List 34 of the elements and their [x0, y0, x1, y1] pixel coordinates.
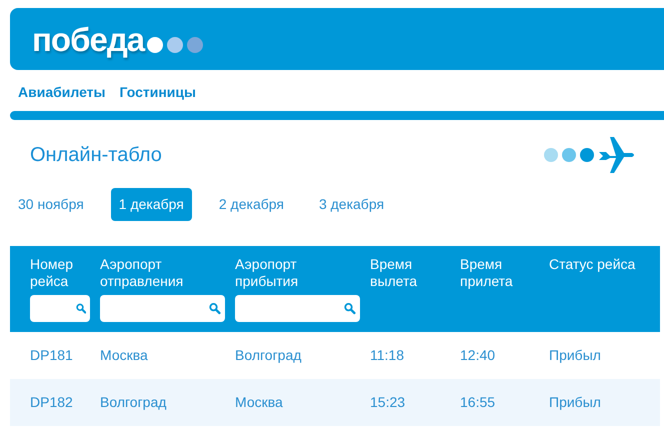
- column-header: Время вылета: [370, 256, 418, 290]
- table-cell: DP181: [30, 346, 73, 362]
- search-icon: [76, 302, 86, 315]
- search-icon: [209, 302, 221, 315]
- plane-icon: [544, 135, 636, 175]
- date-tab[interactable]: 30 ноября: [10, 188, 92, 221]
- logo[interactable]: победа: [32, 22, 144, 56]
- filter-field[interactable]: [30, 295, 90, 322]
- table-cell: Москва: [100, 346, 148, 362]
- table-cell: 11:18: [370, 346, 404, 362]
- column-header: Аэропорт прибытия: [235, 256, 300, 290]
- nav-link[interactable]: Гостиницы: [120, 82, 196, 111]
- table-cell: 15:23: [370, 394, 406, 410]
- column-header: Время прилета: [460, 256, 514, 290]
- table-cell: 12:40: [460, 346, 496, 362]
- nav-link[interactable]: Авиабилеты: [18, 82, 106, 111]
- filter-field[interactable]: [235, 295, 360, 322]
- column-header: Статус рейса: [549, 256, 636, 274]
- search-icon: [344, 302, 356, 315]
- table-cell: Волгоград: [235, 346, 302, 362]
- column-header: Аэропорт отправления: [100, 256, 184, 290]
- date-tab[interactable]: 2 декабря: [210, 188, 292, 221]
- table-cell: Прибыл: [549, 394, 601, 410]
- table-cell: Прибыл: [549, 346, 601, 362]
- table-cell: 16:55: [460, 394, 496, 410]
- page-title: Онлайн-табло: [30, 143, 162, 168]
- date-tab[interactable]: 3 декабря: [310, 188, 392, 221]
- table-cell: DP182: [30, 394, 73, 410]
- date-tab[interactable]: 1 декабря: [110, 188, 192, 221]
- filter-field[interactable]: [100, 295, 225, 322]
- column-header: Номер рейса: [30, 256, 74, 290]
- dots-icon: [147, 36, 206, 54]
- table-cell: Волгоград: [100, 394, 166, 410]
- table-cell: Москва: [235, 394, 283, 410]
